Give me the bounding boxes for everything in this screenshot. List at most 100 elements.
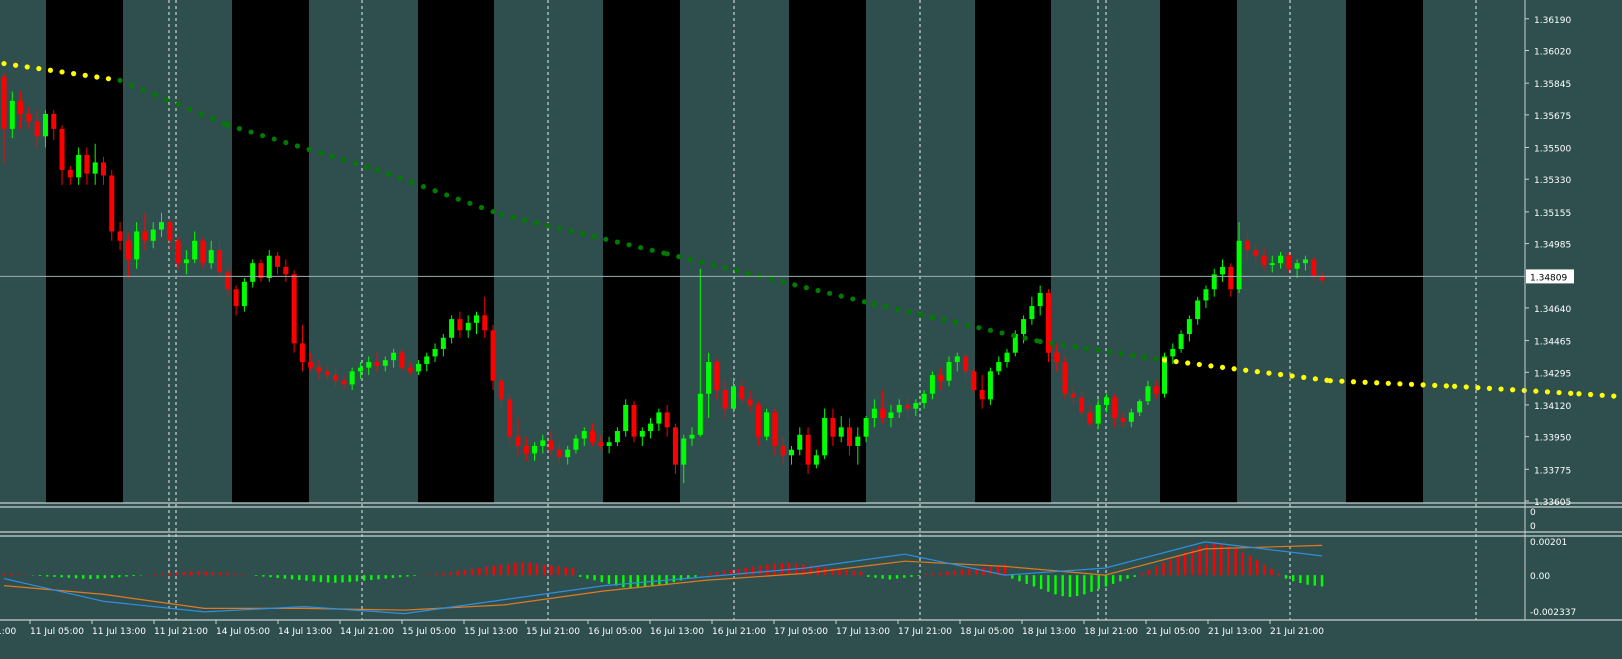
ma-dot <box>883 304 889 310</box>
candle-body <box>134 231 140 260</box>
candle-body <box>863 417 869 437</box>
ma-dot <box>803 285 810 291</box>
ma-dot <box>929 314 936 320</box>
time-label: 21 Jul 13:00 <box>1208 627 1262 637</box>
candle-body <box>324 371 330 376</box>
candle-body <box>913 403 919 409</box>
ma-dot <box>1339 378 1345 384</box>
candle-body <box>150 229 156 241</box>
candle-body <box>366 362 372 368</box>
ma-dot <box>664 251 670 257</box>
candle-body <box>921 393 927 404</box>
candle-body <box>241 281 247 307</box>
candle-body <box>1253 250 1259 256</box>
ma-dot <box>871 301 877 307</box>
candle-body <box>316 367 322 372</box>
ma-dot <box>1243 367 1249 373</box>
ma-dot <box>1095 347 1101 353</box>
candle-body <box>1004 352 1010 363</box>
ma-dot <box>283 139 289 146</box>
ma-dot <box>1486 385 1493 391</box>
time-label: 21 Jul 05:00 <box>1146 627 1200 637</box>
candle-body <box>275 255 281 267</box>
ma-dot <box>271 136 277 142</box>
candle-body <box>167 222 173 241</box>
ma-dot <box>999 330 1005 336</box>
ma-dot <box>1385 380 1391 386</box>
ma-dot <box>420 184 427 190</box>
candle-body <box>813 455 819 465</box>
ma-dot <box>556 225 562 231</box>
ma-dot <box>1408 381 1415 387</box>
current-price-label: 1.34809 <box>1530 273 1567 283</box>
candle-body <box>1261 255 1267 266</box>
price-tick-label: 1.34295 <box>1534 369 1571 379</box>
candle-body <box>880 408 886 418</box>
candle-body <box>606 442 612 446</box>
candle-body <box>1128 412 1134 422</box>
time-label: 14 Jul 21:00 <box>340 627 394 637</box>
candle <box>291 270 297 353</box>
price-tick-label: 1.35155 <box>1534 209 1571 219</box>
candle-body <box>18 100 24 114</box>
candle-body <box>672 427 678 465</box>
ma-dot <box>1544 389 1551 395</box>
ma-dot <box>341 157 347 163</box>
ma-dot <box>745 270 751 277</box>
candle-body <box>51 113 57 129</box>
ma-dot <box>1060 342 1066 348</box>
price-tick-label: 1.33950 <box>1534 434 1571 444</box>
candle-body <box>490 330 496 381</box>
candle-body <box>308 362 314 368</box>
ma-dot <box>1510 387 1516 393</box>
ma-dot <box>1556 389 1562 396</box>
price-tick-label: 1.35675 <box>1534 112 1571 122</box>
time-label: 21 Jul 21:00 <box>1270 627 1324 637</box>
time-label-partial: 1:00 <box>0 627 16 637</box>
candle-body <box>556 449 562 458</box>
ma-dot <box>1011 332 1017 339</box>
ma-dot <box>614 239 621 245</box>
candle <box>1045 289 1051 363</box>
time-label: 17 Jul 21:00 <box>898 627 952 637</box>
candle-body <box>42 113 48 137</box>
ma-dot <box>1107 349 1113 355</box>
candle-body <box>200 240 206 264</box>
ma-dot <box>1231 366 1237 372</box>
candle-body <box>1228 266 1234 290</box>
candle-body <box>905 404 911 409</box>
ma-dot <box>1463 384 1469 390</box>
ma-dot <box>478 204 485 211</box>
candle <box>109 169 115 241</box>
ma-dot <box>1374 380 1380 386</box>
ma-dot <box>82 72 88 78</box>
time-label: 17 Jul 05:00 <box>774 627 828 637</box>
time-label: 17 Jul 13:00 <box>836 627 890 637</box>
ma-dot <box>129 82 135 88</box>
candle-body <box>871 408 877 418</box>
trading-chart[interactable]: 1.36190 1.36020 1.35845 1.35675 1.35500 1.353… <box>0 0 1622 659</box>
night-band <box>603 0 680 503</box>
time-label: 18 Jul 13:00 <box>1022 627 1076 637</box>
candle-body <box>847 427 853 446</box>
candle-body <box>639 431 645 437</box>
ma-dot <box>649 247 655 253</box>
ma-dot <box>1452 383 1458 389</box>
candle-body <box>250 263 256 282</box>
ma-dot <box>710 262 717 268</box>
ma-dot <box>1397 381 1403 387</box>
candle-body <box>349 371 355 385</box>
candle-body <box>532 445 538 454</box>
candle-body <box>1311 259 1317 277</box>
ma-dot <box>638 244 644 251</box>
ma-dot <box>1277 371 1284 378</box>
candle-body <box>1021 319 1027 335</box>
candle-body <box>971 371 977 391</box>
ma-dot <box>1266 370 1272 376</box>
candle-body <box>623 404 629 432</box>
ma-dot <box>1312 376 1318 382</box>
ma-dot <box>1130 352 1136 359</box>
candle-body <box>706 362 712 394</box>
candle-body <box>987 371 993 400</box>
ma-dot <box>1576 391 1582 397</box>
